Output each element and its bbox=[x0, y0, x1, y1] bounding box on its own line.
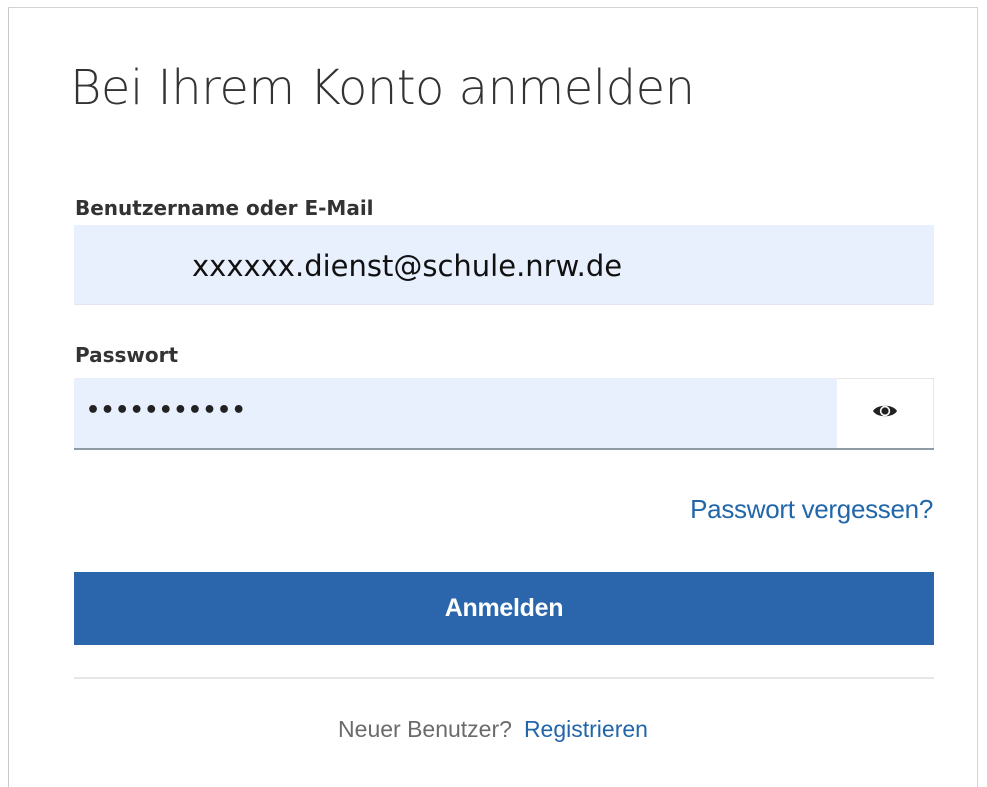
username-value: xxxxxx.dienst@schule.nrw.de bbox=[192, 249, 623, 283]
page-title: Bei Ihrem Konto anmelden bbox=[70, 60, 695, 116]
password-value: ••••••••••• bbox=[86, 398, 247, 423]
username-input[interactable]: xxxxxx.dienst@schule.nrw.de bbox=[74, 225, 934, 305]
password-label: Passwort bbox=[75, 343, 179, 367]
register-link[interactable]: Registrieren bbox=[524, 716, 648, 742]
password-input[interactable]: ••••••••••• bbox=[74, 378, 837, 448]
register-row: Neuer Benutzer? Registrieren bbox=[9, 716, 977, 743]
register-question: Neuer Benutzer? bbox=[338, 716, 512, 742]
username-label: Benutzername oder E-Mail bbox=[75, 196, 374, 220]
divider bbox=[74, 677, 934, 679]
login-button[interactable]: Anmelden bbox=[74, 572, 934, 645]
show-password-button[interactable] bbox=[837, 378, 934, 448]
eye-icon bbox=[872, 402, 898, 425]
login-card: Bei Ihrem Konto anmelden Benutzername od… bbox=[8, 7, 978, 787]
password-field-group: ••••••••••• bbox=[74, 378, 934, 450]
forgot-password-link[interactable]: Passwort vergessen? bbox=[690, 494, 933, 525]
